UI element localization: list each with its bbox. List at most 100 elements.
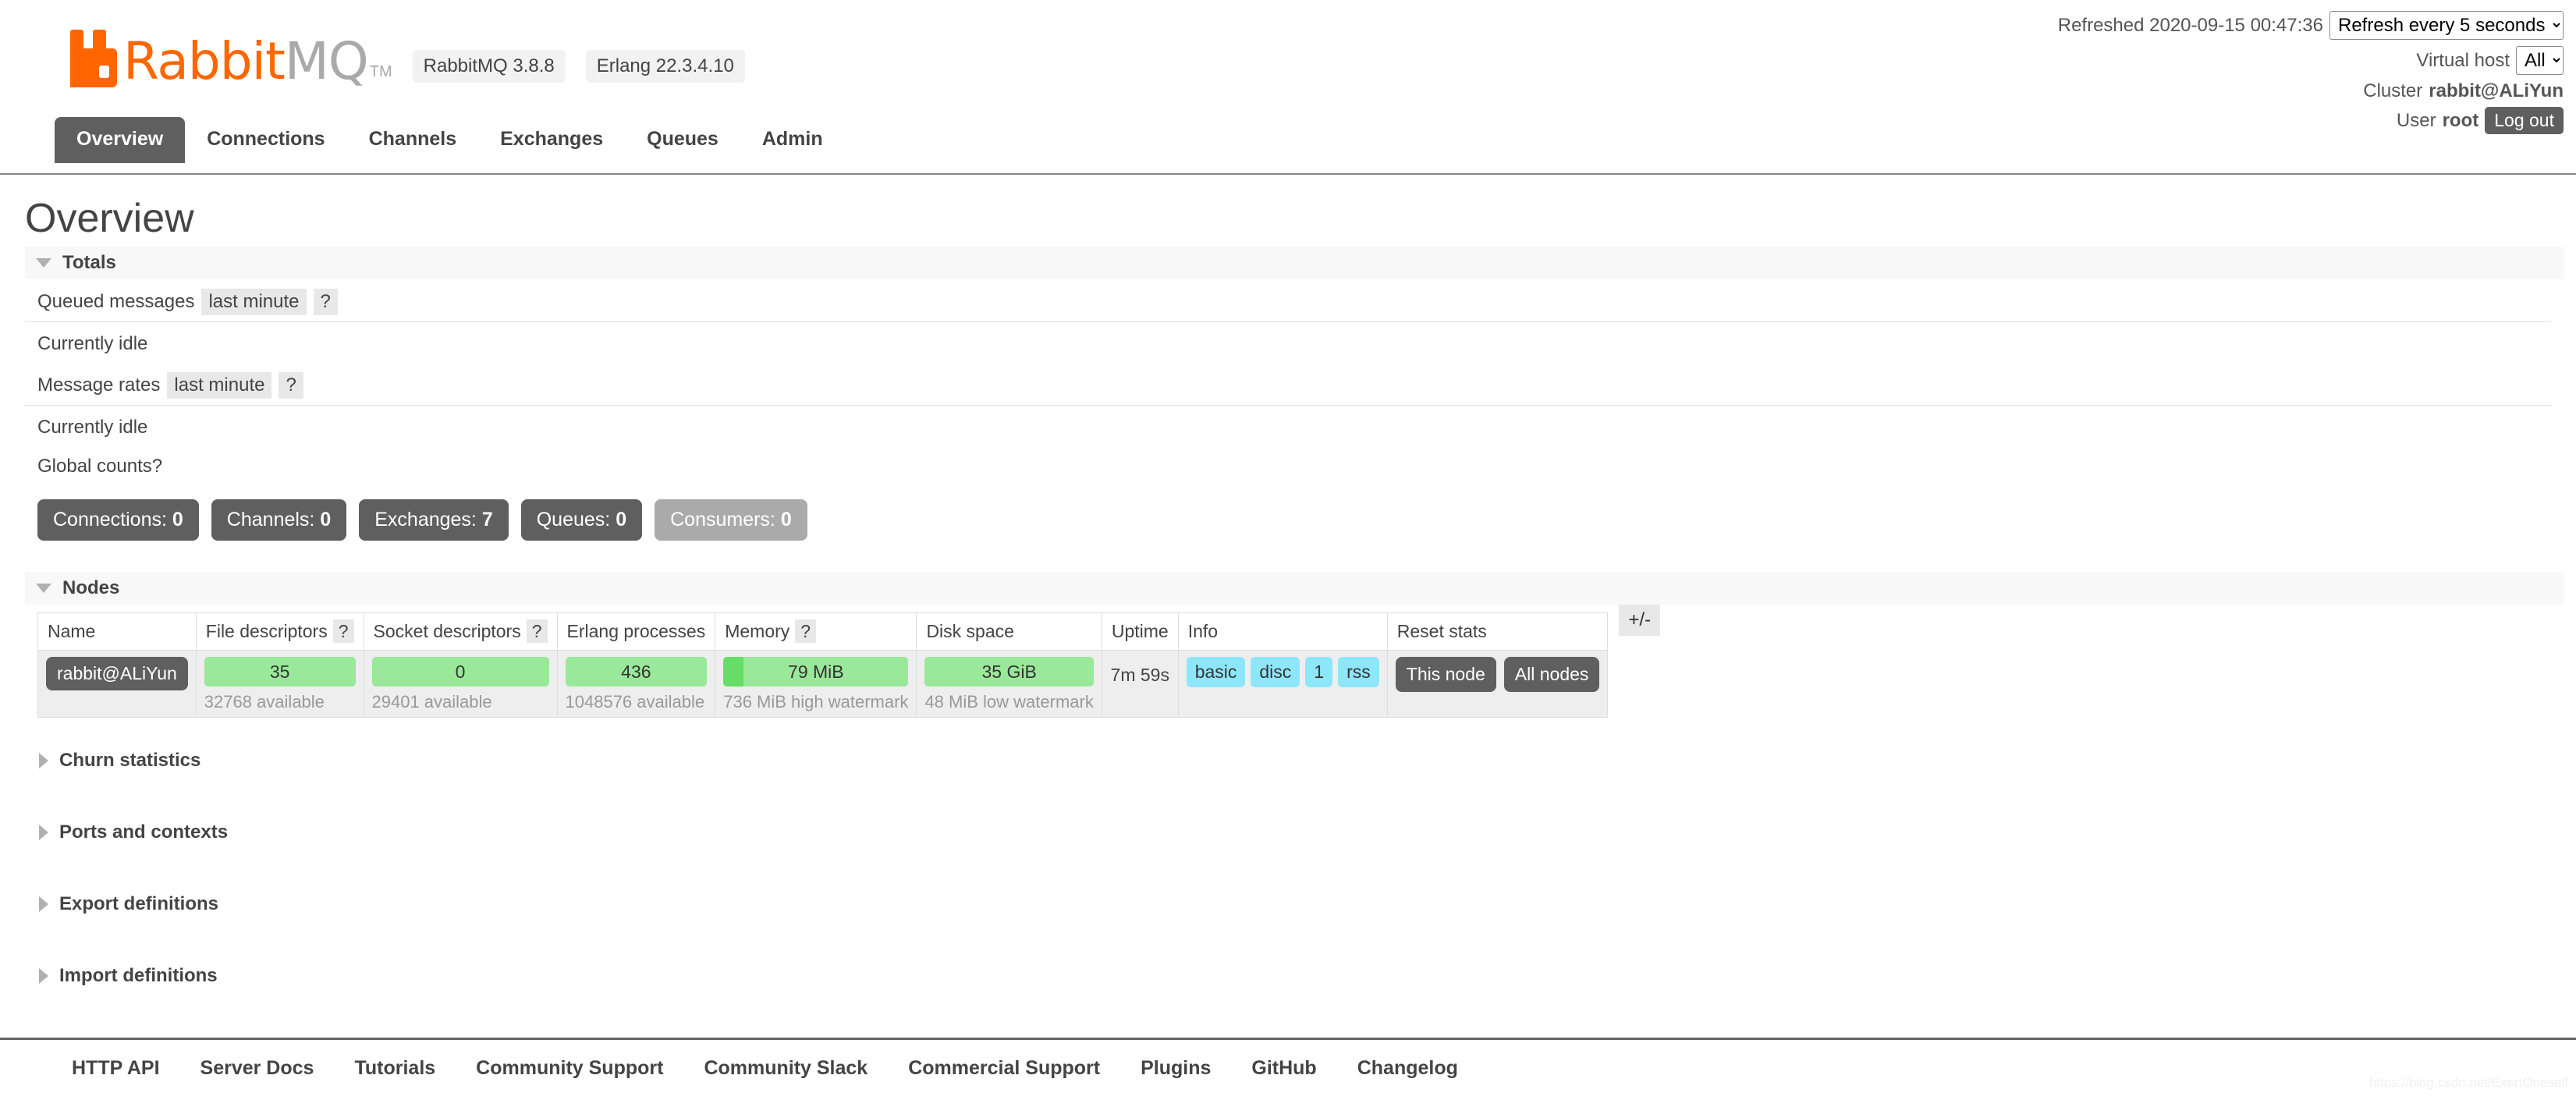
pill-connections-value: 0	[172, 509, 183, 530]
badge-basic[interactable]: basic	[1186, 657, 1246, 687]
expand-triangle-right-icon[interactable]	[39, 968, 48, 984]
socket-descriptors-gauge: 0	[371, 657, 549, 687]
footer-link-community-slack[interactable]: Community Slack	[704, 1057, 868, 1080]
col-file-descriptors-label: File descriptors	[205, 621, 328, 641]
message-rates-help-icon[interactable]: ?	[279, 372, 303, 399]
tab-overview[interactable]: Overview	[55, 117, 186, 163]
footer-link-tutorials[interactable]: Tutorials	[354, 1057, 435, 1080]
pill-queues-label: Queues:	[536, 509, 611, 530]
section-export-definitions[interactable]: Export definitions	[25, 888, 2564, 921]
footer-link-plugins[interactable]: Plugins	[1141, 1057, 1211, 1080]
refresh-row: Refreshed 2020-09-15 00:47:36 Refresh ev…	[2058, 11, 2564, 40]
brand-word-mq: MQ	[284, 31, 369, 91]
expand-triangle-right-icon[interactable]	[39, 825, 48, 840]
vhost-row: Virtual host All	[2058, 46, 2564, 75]
cell-erlang-processes: 436 1048576 available	[556, 650, 716, 718]
message-rates-status: Currently idle	[37, 417, 148, 438]
col-info-label: Info	[1187, 621, 1219, 641]
section-import-definitions-label: Import definitions	[59, 965, 218, 986]
logout-button[interactable]: Log out	[2485, 107, 2564, 135]
col-reset-stats-label: Reset stats	[1396, 621, 1487, 641]
totals-section-label: Totals	[62, 252, 116, 273]
pill-consumers[interactable]: Consumers: 0	[655, 499, 807, 541]
cell-socket-descriptors: 0 29401 available	[363, 650, 558, 718]
footer-link-http-api[interactable]: HTTP API	[72, 1057, 160, 1080]
nodes-section-header[interactable]: Nodes	[25, 572, 2564, 605]
info-badge-group: basic disc 1 rss	[1186, 657, 1379, 687]
collapse-triangle-down-icon[interactable]	[36, 258, 51, 268]
col-reset-stats: Reset stats	[1386, 612, 1609, 651]
disk-space-value: 35 GiB	[981, 662, 1037, 682]
memory-watermark: 736 MiB high watermark	[723, 692, 908, 712]
footer-link-changelog[interactable]: Changelog	[1357, 1057, 1458, 1080]
file-descriptors-help-icon[interactable]: ?	[332, 619, 354, 643]
tab-channels[interactable]: Channels	[347, 117, 479, 163]
brand-block: RabbitMQ TM RabbitMQ 3.8.8 Erlang 22.3.4…	[69, 30, 745, 87]
global-counts-help-icon[interactable]: ?	[152, 456, 162, 477]
message-rates-period-chip[interactable]: last minute	[167, 372, 272, 399]
queued-messages-period-chip[interactable]: last minute	[201, 289, 307, 315]
queued-messages-status: Currently idle	[37, 333, 148, 354]
brand-wordmark: RabbitMQ	[123, 36, 369, 87]
badge-count[interactable]: 1	[1305, 657, 1333, 687]
badge-rss[interactable]: rss	[1338, 657, 1379, 687]
section-churn-statistics-label: Churn statistics	[59, 750, 201, 771]
tab-admin[interactable]: Admin	[740, 117, 845, 163]
disk-space-low-watermark: 48 MiB low watermark	[924, 692, 1094, 711]
memory-gauge: 79 MiB	[723, 657, 909, 687]
vhost-select[interactable]: All	[2516, 46, 2564, 75]
col-disk-space-label: Disk space	[926, 621, 1014, 641]
expand-triangle-right-icon[interactable]	[39, 896, 48, 912]
queued-messages-row: Queued messages last minute ?	[25, 279, 2551, 322]
memory-help-icon[interactable]: ?	[795, 619, 817, 643]
pill-connections[interactable]: Connections: 0	[37, 499, 199, 541]
nodes-table-header-row: Name File descriptors? Socket descriptor…	[37, 612, 1609, 651]
col-erlang-processes-label: Erlang processes	[566, 621, 706, 641]
collapse-triangle-down-icon[interactable]	[36, 584, 51, 593]
reset-all-nodes-button[interactable]: All nodes	[1503, 657, 1600, 692]
queued-messages-help-icon[interactable]: ?	[313, 289, 338, 315]
pill-consumers-label: Consumers:	[670, 509, 775, 530]
queued-messages-label: Queued messages	[37, 291, 195, 312]
footer-link-github[interactable]: GitHub	[1251, 1057, 1316, 1080]
nodes-section-label: Nodes	[62, 577, 120, 598]
erlang-processes-available: 1048576 available	[565, 692, 705, 711]
reset-this-node-button[interactable]: This node	[1395, 657, 1496, 692]
cell-uptime: 7m 59s	[1101, 650, 1179, 718]
col-name: Name	[37, 612, 197, 651]
tab-bar-rule	[0, 173, 2576, 175]
pill-channels[interactable]: Channels: 0	[211, 499, 347, 541]
socket-descriptors-help-icon[interactable]: ?	[526, 619, 548, 643]
file-descriptors-gauge: 35	[204, 657, 356, 687]
cell-node-name: rabbit@ALiYun	[37, 650, 197, 718]
tab-connections[interactable]: Connections	[185, 117, 346, 163]
col-name-label: Name	[48, 621, 96, 641]
badge-disc[interactable]: disc	[1251, 657, 1300, 687]
totals-section-header[interactable]: Totals	[25, 247, 2564, 279]
table-row: rabbit@ALiYun 35 32768 available 0 29401…	[37, 650, 1609, 718]
reset-stats-buttons: This node All nodes	[1395, 657, 1600, 692]
global-counts-label: Global counts	[37, 456, 152, 477]
tab-exchanges[interactable]: Exchanges	[478, 117, 625, 163]
global-counts-row: Global counts ?	[25, 446, 2551, 482]
pill-exchanges[interactable]: Exchanges: 7	[359, 499, 509, 541]
expand-triangle-right-icon[interactable]	[39, 753, 48, 768]
section-ports-and-contexts[interactable]: Ports and contexts	[25, 816, 2564, 849]
footer-link-community-support[interactable]: Community Support	[476, 1057, 663, 1080]
section-ports-and-contexts-label: Ports and contexts	[59, 821, 229, 843]
section-import-definitions[interactable]: Import definitions	[25, 960, 2564, 992]
nodes-section: Nodes Name File descriptors? Socket desc…	[12, 572, 2564, 718]
refresh-interval-select[interactable]: Refresh every 5 seconds	[2329, 11, 2564, 40]
toggle-columns-button[interactable]: +/-	[1619, 605, 1661, 636]
brand-word-rabbit: Rabbit	[123, 31, 286, 91]
footer-link-commercial-support[interactable]: Commercial Support	[908, 1057, 1100, 1080]
pill-queues[interactable]: Queues: 0	[520, 499, 643, 541]
pill-connections-label: Connections:	[53, 509, 167, 530]
page-watermark: https://blog.csdn.net/ExertOneself	[2368, 1075, 2568, 1090]
node-name-pill[interactable]: rabbit@ALiYun	[46, 657, 188, 690]
cell-reset-stats: This node All nodes	[1386, 650, 1609, 718]
socket-descriptors-available: 29401 available	[371, 692, 492, 711]
footer-link-server-docs[interactable]: Server Docs	[200, 1057, 314, 1080]
section-churn-statistics[interactable]: Churn statistics	[25, 744, 2564, 777]
tab-queues[interactable]: Queues	[625, 117, 740, 163]
